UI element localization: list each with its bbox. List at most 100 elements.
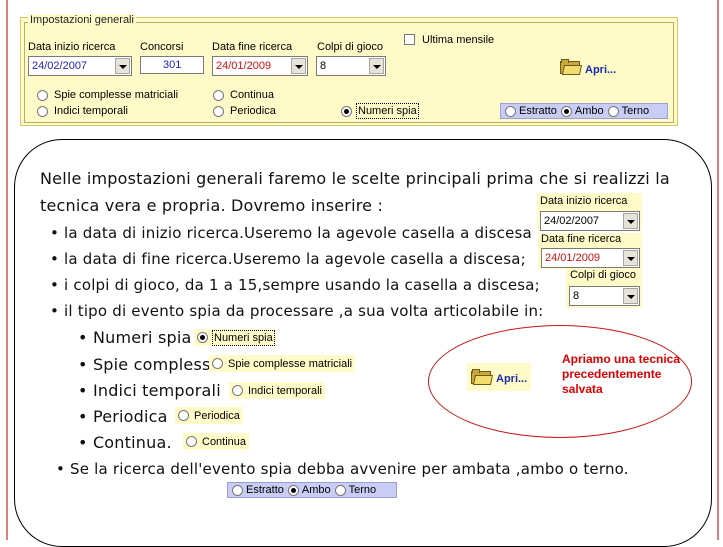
bullet-2: • la data di fine ricerca.Useremo la age… xyxy=(50,250,526,268)
radio-icon xyxy=(213,89,224,101)
radio-icon xyxy=(37,105,48,117)
chevron-down-icon[interactable] xyxy=(623,213,638,229)
mini-option-label: Indici temporali xyxy=(248,384,322,397)
outcome-strip: Estratto Ambo Terno xyxy=(500,103,668,119)
outcome-ambo[interactable]: Ambo xyxy=(560,105,604,117)
sub-bullet-indici-temporali: • Indici temporali xyxy=(78,381,221,400)
left-border xyxy=(6,0,8,540)
bullet-3-text: i colpi di gioco, da 1 a 15,sempre usand… xyxy=(64,276,540,294)
mini-start-date-combo[interactable]: 24/02/2007 xyxy=(540,211,640,231)
radio-icon xyxy=(341,105,352,117)
mini-shots-label: Colpi di gioco xyxy=(570,269,637,281)
radio-icon xyxy=(37,89,48,101)
radio-icon xyxy=(505,105,516,117)
settings-legend: Impostazioni generali xyxy=(28,14,136,26)
mini-option-numeri-spia[interactable]: Numeri spia xyxy=(194,329,276,346)
mini-open-button[interactable]: Apri... xyxy=(467,363,532,391)
start-date-label: Data inizio ricerca xyxy=(28,41,116,53)
contests-field[interactable]: 301 xyxy=(140,56,204,74)
mini-start-date: Data inizio ricerca 24/02/2007 xyxy=(537,193,642,231)
chevron-down-icon[interactable] xyxy=(623,250,638,266)
mini-option-periodica[interactable]: Periodica xyxy=(175,407,243,424)
radio-icon xyxy=(232,385,243,396)
chevron-down-icon[interactable] xyxy=(291,58,306,74)
option-label: Spie complesse matriciali xyxy=(54,89,179,101)
mini-outcome-estratto[interactable]: Estratto xyxy=(232,484,284,496)
option-continua[interactable]: Continua xyxy=(213,89,274,101)
mini-outcome-terno[interactable]: Terno xyxy=(334,484,376,496)
mini-shots: Colpi di gioco 8 xyxy=(566,268,642,308)
sub-bullet-text: Numeri spia xyxy=(92,328,192,347)
mini-outcome-strip: Estratto Ambo Terno xyxy=(227,482,397,498)
mini-end-date: Data fine ricerca 24/01/2009 xyxy=(538,233,642,269)
folder-icon xyxy=(560,59,583,75)
option-indici-temporali[interactable]: Indici temporali xyxy=(37,105,128,117)
chevron-down-icon[interactable] xyxy=(623,288,638,304)
last-monthly-checkbox[interactable] xyxy=(404,34,415,45)
final-bullet-text: Se la ricerca dell'evento spia debba avv… xyxy=(70,460,629,478)
option-numeri-spia[interactable]: Numeri spia xyxy=(341,103,419,119)
radio-icon xyxy=(232,484,243,496)
sub-bullet-text: Spie complesse xyxy=(92,355,221,374)
bullet-3: • i colpi di gioco, da 1 a 15,sempre usa… xyxy=(50,276,540,294)
sub-bullet-periodica: • Periodica xyxy=(78,407,168,426)
chevron-down-icon[interactable] xyxy=(115,58,130,74)
sub-bullet-text: Continua. xyxy=(92,433,172,452)
radio-icon xyxy=(334,484,346,496)
option-periodica[interactable]: Periodica xyxy=(213,105,276,117)
mini-option-label: Continua xyxy=(202,435,247,448)
option-spie-complesse[interactable]: Spie complesse matriciali xyxy=(37,89,178,101)
radio-icon xyxy=(178,410,189,421)
final-bullet: • Se la ricerca dell'evento spia debba a… xyxy=(56,460,629,478)
open-button[interactable]: Apri... xyxy=(560,58,616,76)
mini-option-indici-temporali[interactable]: Indici temporali xyxy=(229,382,325,399)
mini-open-button-label: Apri... xyxy=(496,373,528,385)
shots-value: 8 xyxy=(320,60,327,72)
outcome-estratto[interactable]: Estratto xyxy=(505,105,557,117)
sub-bullet-numeri-spia: • Numeri spia xyxy=(78,328,192,347)
mini-start-date-label: Data inizio ricerca xyxy=(540,195,628,207)
open-button-label: Apri... xyxy=(585,64,617,76)
mini-end-date-value: 24/01/2009 xyxy=(545,252,601,264)
bullet-1: • la data di inizio ricerca.Useremo la a… xyxy=(50,224,532,242)
radio-icon xyxy=(560,105,572,117)
bullet-4: • il tipo di evento spia da processare ,… xyxy=(50,302,544,320)
end-date-value: 24/01/2009 xyxy=(216,60,272,72)
radio-icon xyxy=(213,105,224,117)
radio-icon xyxy=(287,484,299,496)
sub-bullet-continua: • Continua. xyxy=(78,433,172,452)
mini-outcome-ambo[interactable]: Ambo xyxy=(287,484,331,496)
chevron-down-icon[interactable] xyxy=(369,58,384,74)
end-date-combo[interactable]: 24/01/2009 xyxy=(212,56,308,76)
mini-option-label: Periodica xyxy=(194,409,240,422)
bullet-4-text: il tipo di evento spia da processare ,a … xyxy=(64,302,544,320)
mini-end-date-label: Data fine ricerca xyxy=(541,233,622,245)
intro-line-1: Nelle impostazioni generali faremo le sc… xyxy=(40,169,670,188)
mini-option-label: Spie complesse matriciali xyxy=(228,357,353,370)
mini-end-date-combo[interactable]: 24/01/2009 xyxy=(541,248,640,268)
outcome-terno[interactable]: Terno xyxy=(607,105,649,117)
end-date-label: Data fine ricerca xyxy=(212,41,293,53)
bullet-1-text: la data di inizio ricerca.Useremo la age… xyxy=(64,224,532,242)
option-label: Numeri spia xyxy=(356,103,419,119)
radio-icon xyxy=(212,358,223,369)
radio-icon xyxy=(186,436,197,447)
sub-bullet-text: Periodica xyxy=(92,407,168,426)
sub-bullet-text: Indici temporali xyxy=(92,381,221,400)
shots-combo[interactable]: 8 xyxy=(316,56,386,76)
bullet-2-text: la data di fine ricerca.Useremo la agevo… xyxy=(64,250,526,268)
option-label: Continua xyxy=(230,89,275,101)
option-label: Periodica xyxy=(230,105,276,117)
option-label: Indici temporali xyxy=(54,105,128,117)
start-date-combo[interactable]: 24/02/2007 xyxy=(28,56,132,76)
start-date-value: 24/02/2007 xyxy=(32,60,88,72)
mini-option-continua[interactable]: Continua xyxy=(183,433,250,450)
sub-bullet-spie-complesse: • Spie complesse xyxy=(78,355,221,374)
mini-shots-value: 8 xyxy=(573,290,580,302)
callout-text: Apriamo una tecnica precedentemente salv… xyxy=(562,352,681,396)
mini-option-spie-complesse[interactable]: Spie complesse matriciali xyxy=(209,355,356,372)
mini-shots-combo[interactable]: 8 xyxy=(569,286,640,306)
intro-line-2: tecnica vera e propria. Dovremo inserire… xyxy=(40,196,384,215)
radio-icon xyxy=(197,332,208,343)
contests-label: Concorsi xyxy=(140,41,184,53)
